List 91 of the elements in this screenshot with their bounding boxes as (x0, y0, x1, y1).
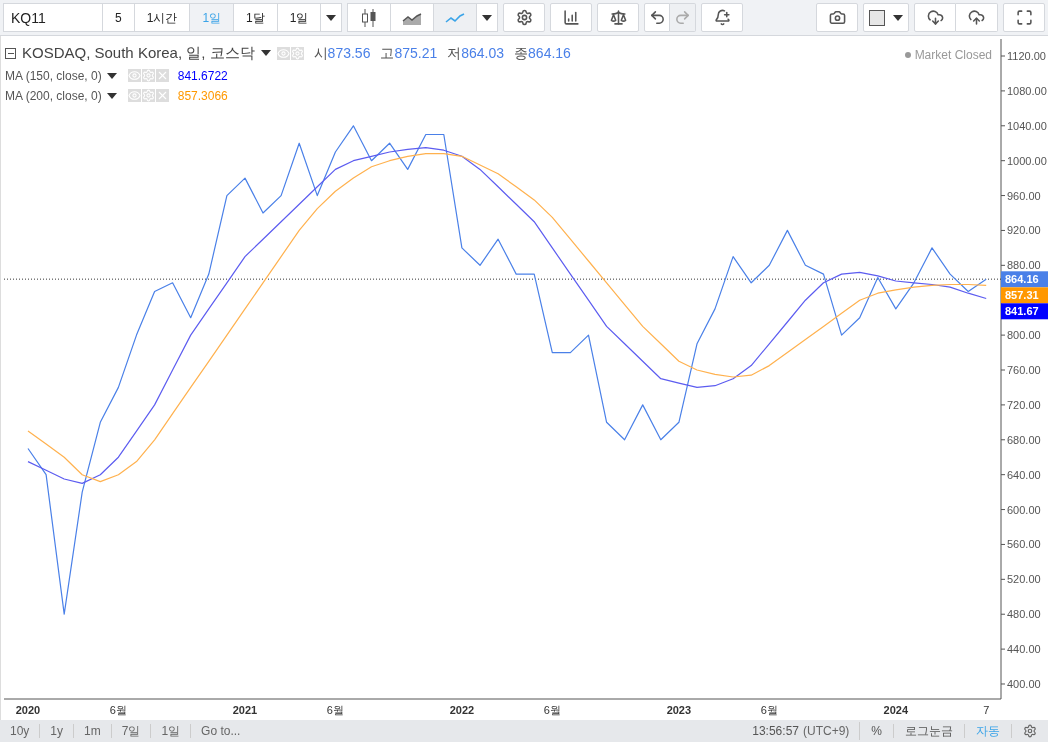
caret-icon (482, 14, 493, 21)
ohlc-value: 864.16 (528, 43, 571, 63)
ohlc-value: 864.03 (461, 43, 505, 63)
scale-option[interactable]: 로그눈금 (894, 724, 965, 738)
candlestick-icon (360, 7, 379, 28)
snapshot-button[interactable] (816, 3, 858, 32)
bar-chart-icon (562, 9, 580, 26)
settings-icon (515, 9, 533, 26)
interval-button[interactable]: 1일 (277, 4, 322, 31)
interval-button[interactable]: 5 (103, 4, 135, 31)
ohlc-label: 저 (447, 43, 462, 63)
area-chart-icon (402, 10, 423, 25)
cloud-download-icon (926, 9, 944, 26)
y-axis-label: 680.00 (1007, 433, 1041, 446)
scale-option[interactable]: % (860, 724, 894, 738)
y-axis-label: 640.00 (1007, 468, 1041, 481)
x-axis-label: 2022 (449, 704, 475, 716)
y-axis-label: 1040.00 (1007, 119, 1047, 132)
y-axis-label: 880.00 (1007, 259, 1041, 272)
x-axis-label: 2020 (15, 704, 41, 716)
color-swatch-icon (869, 9, 885, 26)
line-chart-icon (445, 11, 466, 24)
clock: 13:56:57 (752, 723, 799, 740)
bell-plus-icon (713, 9, 731, 26)
instrument-title: KOSDAQ, South Korea, 일, 코스닥 (22, 43, 255, 63)
camera-icon (828, 9, 846, 26)
timezone: (UTC+9) (803, 722, 861, 740)
undo-button[interactable] (644, 3, 671, 32)
x-axis-label: 2021 (232, 704, 258, 716)
x-axis-label: 6월 (760, 704, 778, 716)
ohlc-value: 875.21 (394, 43, 438, 63)
undo-icon (648, 9, 666, 26)
y-axis-label: 1080.00 (1007, 84, 1047, 97)
indicator-value: 841.6722 (177, 67, 228, 85)
scale-icon (609, 9, 627, 26)
symbol-field[interactable]: KQ11 (3, 3, 103, 32)
x-axis-label: 6월 (326, 704, 344, 716)
settings-icon[interactable] (1023, 724, 1037, 738)
y-axis-label: 960.00 (1007, 189, 1041, 202)
y-axis-label: 400.00 (1007, 678, 1041, 690)
y-axis-label: 560.00 (1007, 538, 1041, 551)
range-button[interactable]: 1일 (151, 724, 192, 738)
caret-icon (260, 50, 271, 57)
indicators-button[interactable] (550, 3, 593, 32)
alert-button[interactable] (701, 3, 744, 32)
ohlc-value: 873.56 (327, 43, 371, 63)
upload-button[interactable] (956, 3, 998, 32)
ohlc-label: 시 (313, 43, 328, 63)
price-tag: 864.16 (1001, 271, 1048, 288)
range-button[interactable]: 1y (40, 724, 75, 738)
y-axis-label: 520.00 (1007, 573, 1041, 586)
collapse-icon[interactable] (5, 47, 16, 59)
x-axis-label: 6월 (109, 704, 127, 716)
caret-icon (106, 92, 117, 99)
cloud-upload-icon (968, 9, 985, 26)
ohlc-label: 고 (380, 43, 395, 63)
x-axis-label: 2024 (883, 704, 909, 716)
y-axis-label: 800.00 (1007, 329, 1041, 342)
go-to-button[interactable]: Go to... (191, 722, 251, 740)
y-axis-label: 720.00 (1007, 398, 1041, 411)
caret-icon (893, 14, 903, 21)
fullscreen-icon (1015, 9, 1033, 26)
range-button[interactable]: 1m (74, 724, 112, 738)
range-button[interactable]: 7일 (111, 724, 152, 738)
price-tag: 841.67 (1001, 303, 1048, 320)
x-axis-label: 7 (983, 704, 990, 716)
compare-button[interactable] (597, 3, 640, 32)
redo-icon (674, 9, 692, 26)
caret-icon (106, 72, 117, 79)
y-axis-label: 920.00 (1007, 224, 1041, 237)
indicator-name: MA (200, close, 0) (5, 87, 102, 105)
range-button[interactable]: 10y (0, 724, 41, 738)
y-axis-label: 1120.00 (1007, 50, 1046, 62)
color-picker-button[interactable] (863, 3, 909, 32)
y-axis-label: 480.00 (1007, 608, 1041, 621)
y-axis-label: 760.00 (1007, 364, 1041, 376)
y-axis-label: 440.00 (1007, 643, 1041, 656)
caret-icon (326, 14, 337, 21)
y-axis-label: 1000.00 (1007, 154, 1047, 167)
market-status: Market Closed (914, 47, 992, 64)
settings-button[interactable] (503, 3, 546, 32)
interval-button[interactable]: 1달 (234, 4, 278, 31)
price-tag: 857.31 (1001, 287, 1048, 304)
ohlc-label: 종 (514, 43, 529, 63)
fullscreen-button[interactable] (1003, 3, 1045, 32)
indicator-value: 857.3066 (177, 87, 228, 105)
indicator-name: MA (150, close, 0) (5, 67, 102, 85)
x-axis-label: 6월 (543, 704, 561, 716)
x-axis-label: 2023 (666, 704, 692, 716)
download-button[interactable] (914, 3, 956, 32)
y-axis-label: 600.00 (1007, 503, 1041, 516)
